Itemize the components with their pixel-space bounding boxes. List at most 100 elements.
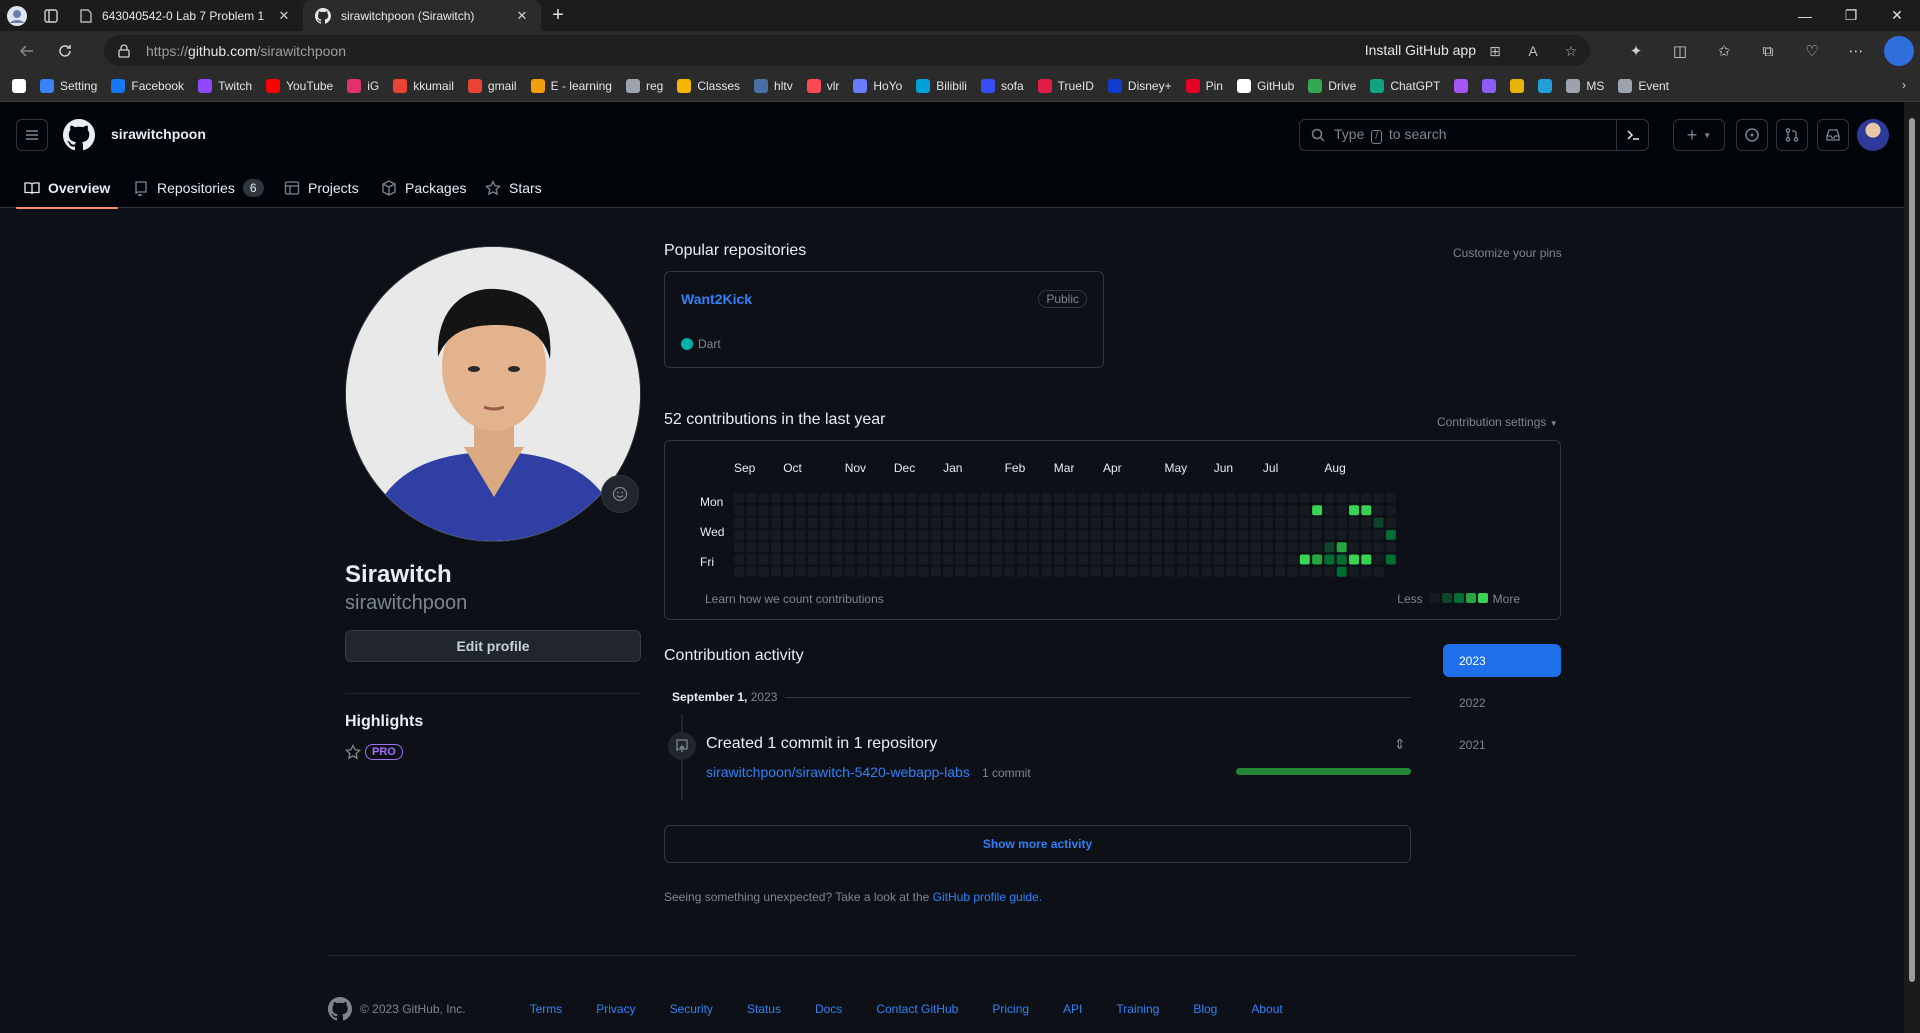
contribution-cell[interactable] (1078, 529, 1089, 540)
contribution-cell[interactable] (857, 542, 867, 553)
contribution-cell[interactable] (1324, 542, 1335, 553)
contribution-cell[interactable] (992, 554, 1003, 565)
contribution-cell[interactable] (1250, 505, 1261, 516)
contribution-cell[interactable] (1299, 529, 1310, 540)
contribution-cell[interactable] (943, 517, 954, 528)
contribution-cell[interactable] (1004, 566, 1015, 577)
contribution-cell[interactable] (1029, 542, 1040, 553)
contribution-cell[interactable] (869, 517, 880, 528)
contribution-cell[interactable] (1262, 493, 1273, 503)
contribution-cell[interactable] (918, 542, 929, 553)
contribution-cell[interactable] (1275, 542, 1286, 553)
contribution-cell[interactable] (955, 493, 966, 503)
contribution-cell[interactable] (1115, 542, 1126, 553)
contribution-cell[interactable] (967, 566, 978, 577)
new-tab-button[interactable]: + (541, 0, 575, 31)
contribution-cell[interactable] (1312, 505, 1323, 516)
contribution-cell[interactable] (1176, 505, 1187, 516)
contribution-cell[interactable] (1029, 529, 1040, 540)
bookmark-item-24[interactable] (1510, 79, 1530, 93)
contribution-cell[interactable] (930, 493, 941, 503)
contribution-cell[interactable] (943, 566, 954, 577)
contribution-cell[interactable] (1336, 529, 1347, 540)
contribution-cell[interactable] (1213, 517, 1224, 528)
contribution-cell[interactable] (1103, 542, 1113, 553)
bookmark-ms[interactable]: MS (1566, 79, 1604, 93)
contribution-cell[interactable] (1103, 505, 1113, 516)
contribution-cell[interactable] (1250, 529, 1261, 540)
footer-link-blog[interactable]: Blog (1193, 1002, 1217, 1016)
contribution-cell[interactable] (1041, 566, 1052, 577)
lock-icon[interactable] (118, 43, 136, 58)
contribution-cell[interactable] (1201, 493, 1212, 503)
contribution-cell[interactable] (881, 566, 892, 577)
contribution-cell[interactable] (832, 493, 843, 503)
contribution-cell[interactable] (820, 566, 831, 577)
contribution-cell[interactable] (955, 554, 966, 565)
contribution-cell[interactable] (1299, 505, 1310, 516)
contribution-cell[interactable] (1066, 566, 1077, 577)
contribution-cell[interactable] (906, 566, 917, 577)
contribution-cell[interactable] (770, 566, 781, 577)
contribution-cell[interactable] (992, 566, 1003, 577)
contribution-cell[interactable] (1164, 566, 1175, 577)
collections-icon[interactable]: ⧉ (1746, 43, 1790, 60)
contribution-cell[interactable] (967, 554, 978, 565)
contribution-cell[interactable] (943, 505, 954, 516)
bookmark-ig[interactable]: iG (347, 79, 379, 93)
contribution-cell[interactable] (844, 529, 855, 540)
contribution-cell[interactable] (807, 529, 818, 540)
contribution-cell[interactable] (893, 493, 904, 503)
contribution-cell[interactable] (1189, 566, 1200, 577)
contribution-cell[interactable] (832, 529, 843, 540)
activity-commit-count[interactable]: 1 commit (982, 766, 1031, 780)
contribution-cell[interactable] (1213, 542, 1224, 553)
contribution-cell[interactable] (918, 517, 929, 528)
contribution-cell[interactable] (1127, 542, 1138, 553)
contribution-cell[interactable] (1324, 505, 1335, 516)
contribution-cell[interactable] (1029, 566, 1040, 577)
contribution-cell[interactable] (980, 566, 990, 577)
contribution-cell[interactable] (1189, 517, 1200, 528)
contribution-cell[interactable] (807, 542, 818, 553)
contribution-cell[interactable] (1226, 505, 1236, 516)
contribution-cell[interactable] (1287, 554, 1298, 565)
contribution-cell[interactable] (1299, 517, 1310, 528)
contribution-cell[interactable] (1078, 542, 1089, 553)
contribution-cell[interactable] (1029, 554, 1040, 565)
contribution-cell[interactable] (1103, 554, 1113, 565)
contribution-cell[interactable] (1287, 493, 1298, 503)
contribution-cell[interactable] (1361, 554, 1372, 565)
contribution-cell[interactable] (1201, 554, 1212, 565)
close-tab-icon[interactable]: ✕ (277, 8, 291, 24)
contribution-cell[interactable] (943, 529, 954, 540)
contribution-cell[interactable] (1066, 505, 1077, 516)
contribution-cell[interactable] (930, 542, 941, 553)
page-scrollbar[interactable] (1904, 102, 1920, 1033)
contribution-cell[interactable] (1066, 542, 1077, 553)
contribution-cell[interactable] (881, 529, 892, 540)
contribution-cell[interactable] (1016, 529, 1027, 540)
contribution-cell[interactable] (1127, 566, 1138, 577)
contribution-cell[interactable] (1115, 566, 1126, 577)
contribution-cell[interactable] (1078, 566, 1089, 577)
contribution-cell[interactable] (1287, 529, 1298, 540)
contribution-cell[interactable] (906, 517, 917, 528)
contribution-cell[interactable] (967, 493, 978, 503)
bookmark-drive[interactable]: Drive (1308, 79, 1356, 93)
contribution-cell[interactable] (1373, 529, 1384, 540)
contribution-cell[interactable] (1299, 554, 1310, 565)
contribution-cell[interactable] (734, 505, 744, 516)
contribution-cell[interactable] (1115, 505, 1126, 516)
github-footer-icon[interactable] (328, 997, 352, 1021)
tab-stars[interactable]: Stars (485, 168, 542, 208)
contribution-cell[interactable] (1361, 529, 1372, 540)
contribution-cell[interactable] (1349, 566, 1359, 577)
contribution-cell[interactable] (734, 542, 744, 553)
contribution-cell[interactable] (1238, 542, 1249, 553)
contribution-cell[interactable] (1262, 505, 1273, 516)
minimize-icon[interactable]: — (1782, 0, 1828, 31)
bookmark-twitch[interactable]: Twitch (198, 79, 252, 93)
tab-overview[interactable]: Overview (15, 168, 119, 209)
contribution-cell[interactable] (1016, 554, 1027, 565)
